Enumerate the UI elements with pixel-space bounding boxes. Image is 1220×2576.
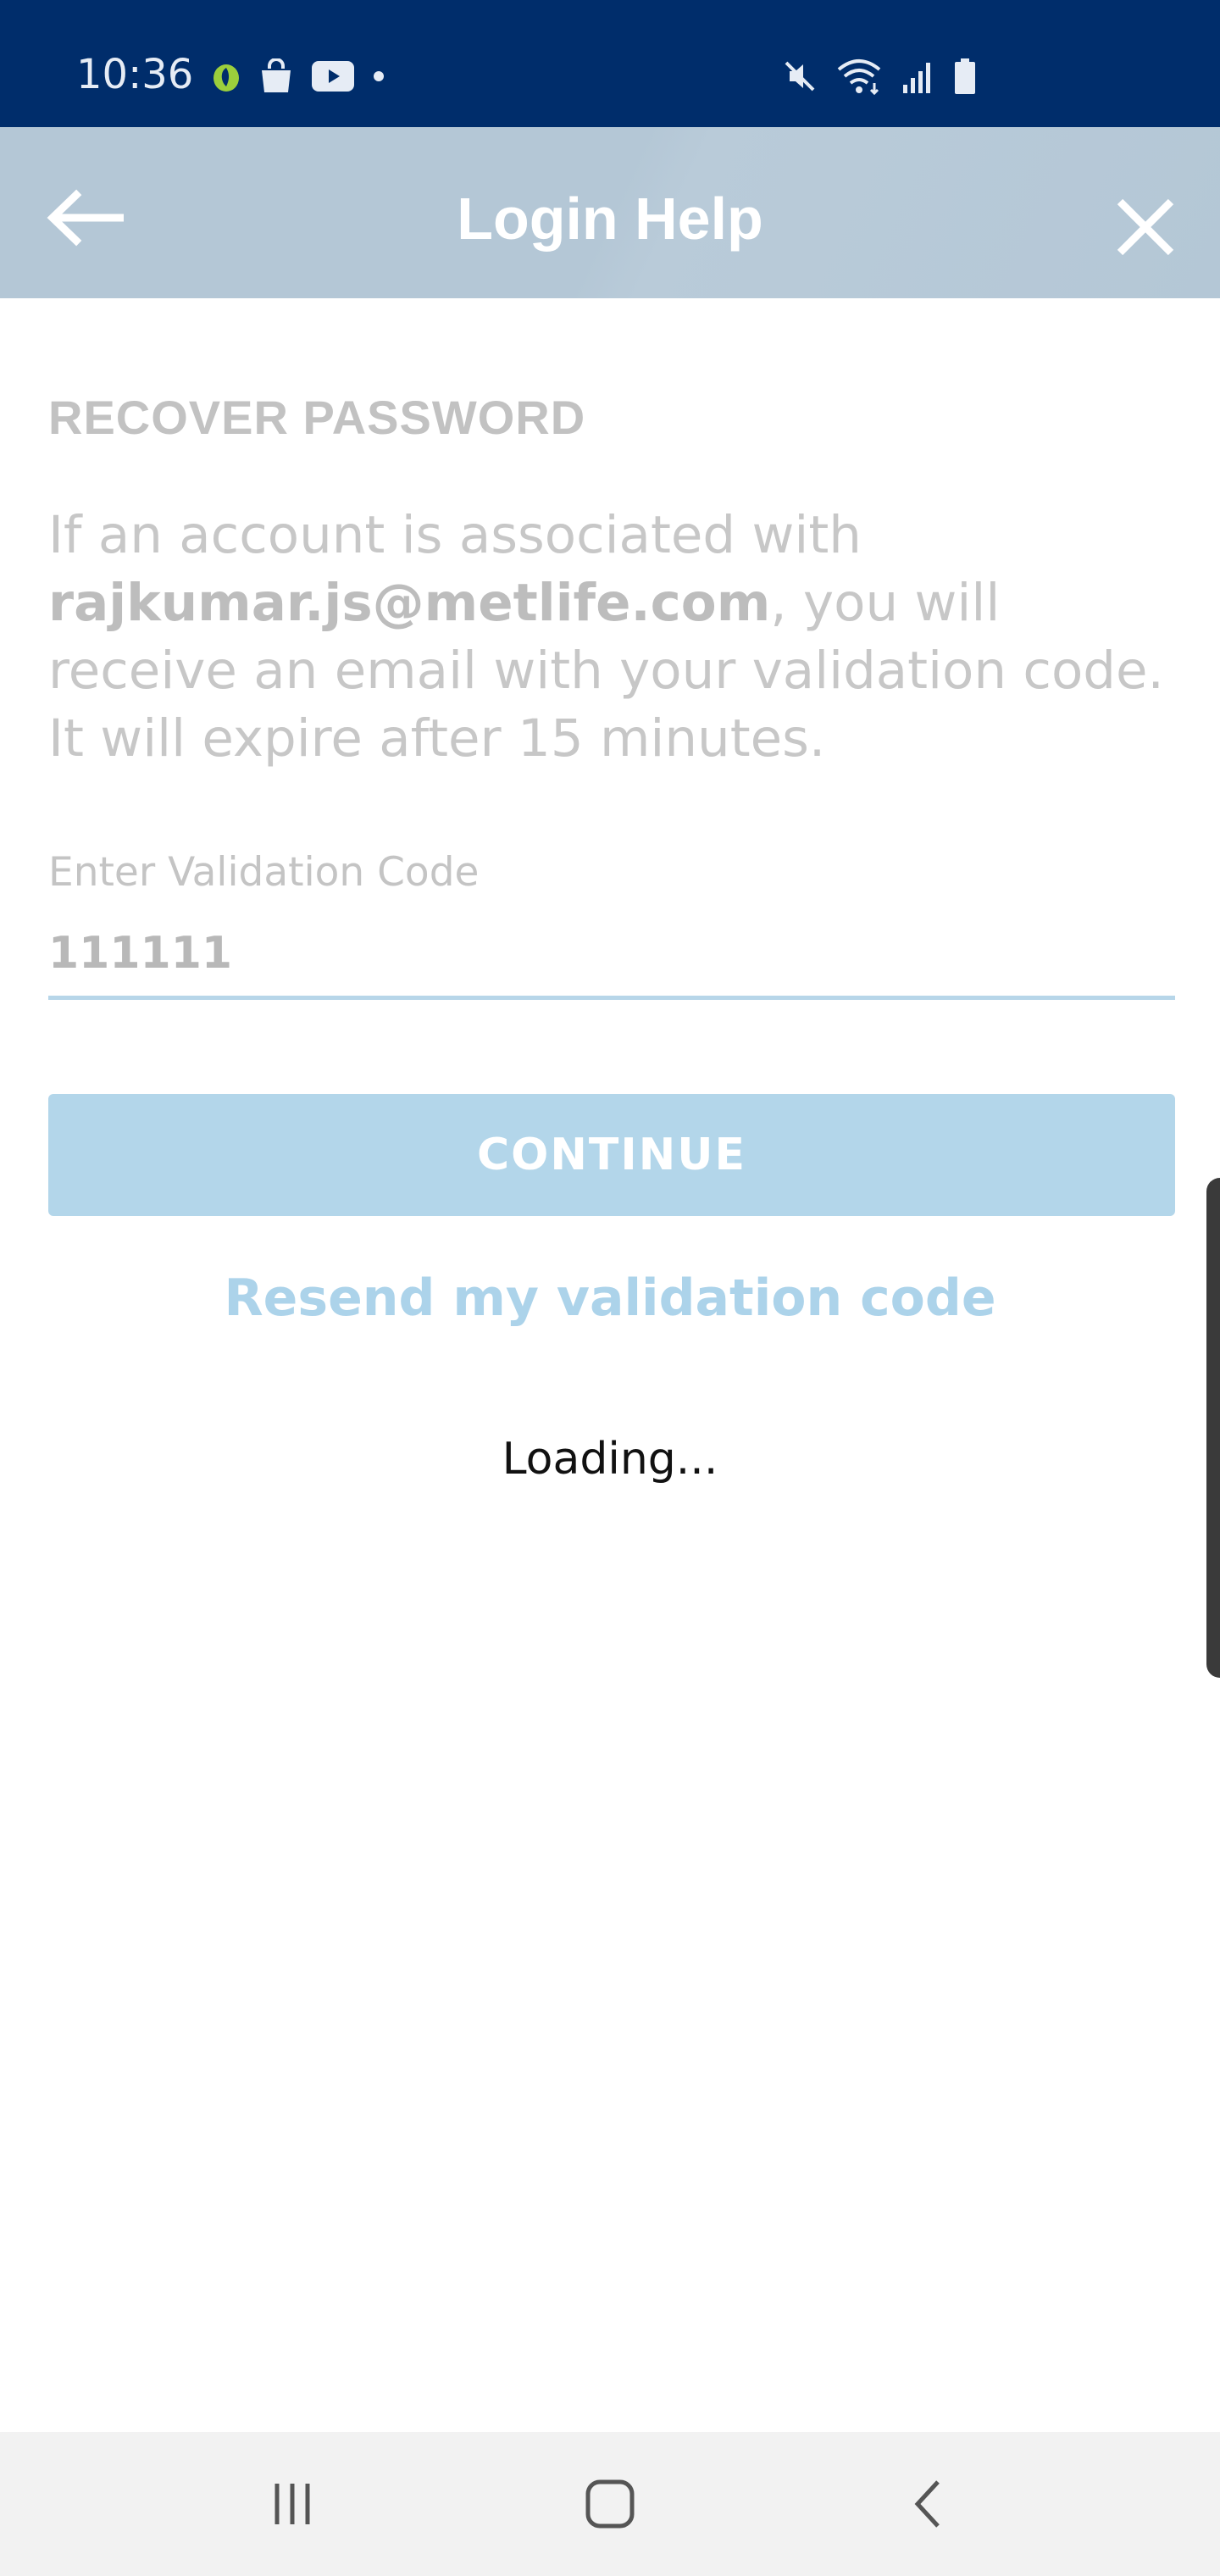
status-icons-right bbox=[783, 56, 976, 97]
mute-icon bbox=[785, 61, 815, 92]
validation-code-label: Enter Validation Code bbox=[48, 849, 480, 896]
resend-code-link[interactable]: Resend my validation code bbox=[0, 1267, 1220, 1330]
home-icon bbox=[585, 2479, 635, 2529]
recent-apps-button[interactable] bbox=[258, 2470, 326, 2538]
close-icon bbox=[1117, 198, 1174, 256]
signal-icon bbox=[903, 63, 930, 93]
header-bar: Login Help bbox=[0, 127, 1220, 298]
app-notification-icon bbox=[214, 64, 239, 92]
validation-code-input[interactable] bbox=[48, 911, 1175, 1000]
dot-icon bbox=[374, 71, 384, 81]
home-button[interactable] bbox=[576, 2470, 644, 2538]
wifi-icon bbox=[837, 59, 881, 95]
info-prefix: If an account is associated with bbox=[48, 505, 862, 565]
navigation-bar bbox=[0, 2432, 1220, 2576]
loading-text: Loading... bbox=[502, 1434, 718, 1485]
battery-icon bbox=[955, 58, 975, 94]
info-email: rajkumar.js@metlife.com bbox=[48, 573, 771, 633]
info-message: If an account is associated with rajkuma… bbox=[48, 502, 1175, 773]
shopping-bag-icon bbox=[262, 58, 291, 92]
youtube-icon bbox=[312, 61, 354, 92]
status-bar: 10:36 bbox=[0, 0, 1220, 127]
scroll-handle[interactable] bbox=[1206, 1178, 1220, 1678]
back-icon bbox=[914, 2480, 940, 2528]
status-icons-left bbox=[212, 56, 385, 97]
continue-button[interactable]: CONTINUE bbox=[48, 1094, 1175, 1216]
page-title: Login Help bbox=[457, 186, 763, 252]
system-back-button[interactable] bbox=[894, 2470, 962, 2538]
status-time: 10:36 bbox=[76, 51, 194, 98]
section-title: RECOVER PASSWORD bbox=[48, 391, 586, 444]
recent-apps-icon bbox=[274, 2484, 310, 2524]
close-button[interactable] bbox=[1113, 195, 1178, 259]
